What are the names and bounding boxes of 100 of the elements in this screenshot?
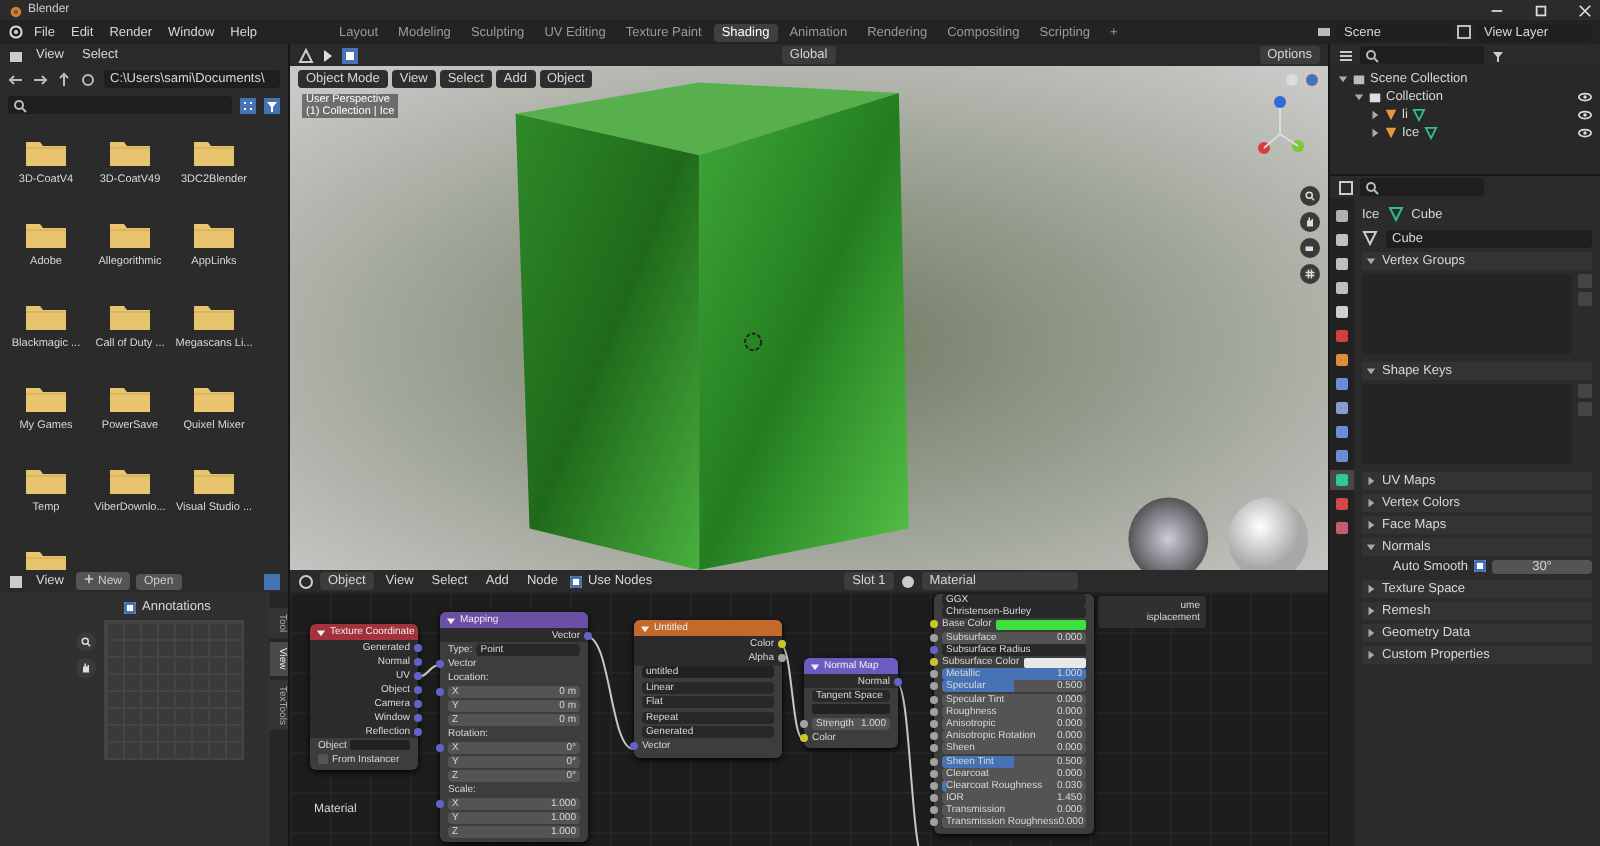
- eye-icon[interactable]: [1578, 90, 1592, 104]
- socket-dot[interactable]: [930, 658, 938, 667]
- properties-tab-icon[interactable]: [1330, 278, 1354, 298]
- socket-dot[interactable]: [930, 670, 938, 679]
- socket-dot[interactable]: [414, 643, 422, 651]
- expand-arrow-icon[interactable]: [1370, 110, 1380, 120]
- close-icon[interactable]: [1578, 3, 1592, 17]
- object-field[interactable]: [350, 740, 410, 750]
- collapse-arrow-icon[interactable]: [316, 627, 326, 637]
- select-mode-icon[interactable]: [342, 47, 358, 63]
- socket-dot[interactable]: [930, 732, 938, 741]
- folder-icon[interactable]: [110, 384, 150, 412]
- socket-dot[interactable]: [414, 671, 422, 679]
- expand-arrow-icon[interactable]: [1366, 606, 1376, 616]
- socket-dot[interactable]: [930, 633, 938, 642]
- folder-icon[interactable]: [194, 466, 234, 494]
- zoom-icon[interactable]: [76, 632, 96, 652]
- properties-tab-icon[interactable]: [1330, 398, 1354, 418]
- socket-dot[interactable]: [930, 682, 938, 691]
- back-arrow-icon[interactable]: [8, 71, 24, 87]
- expand-arrow-icon[interactable]: [1366, 650, 1376, 660]
- search-field[interactable]: [1360, 46, 1484, 64]
- expand-arrow-icon[interactable]: [1366, 476, 1376, 486]
- collapse-arrow-icon[interactable]: [810, 661, 820, 671]
- socket-dot[interactable]: [930, 818, 938, 827]
- sphere-icon[interactable]: [899, 573, 916, 589]
- socket-dot[interactable]: [436, 743, 444, 751]
- parent-folder-icon[interactable]: [56, 71, 72, 87]
- socket-dot[interactable]: [414, 657, 422, 665]
- socket-dot[interactable]: [630, 742, 638, 751]
- socket-dot[interactable]: [930, 757, 938, 766]
- folder-icon[interactable]: [8, 47, 24, 63]
- layers-icon[interactable]: [1456, 24, 1472, 40]
- hand-icon[interactable]: [76, 658, 96, 678]
- expand-arrow-icon[interactable]: [1366, 542, 1376, 552]
- socket-dot[interactable]: [930, 794, 938, 803]
- folder-icon[interactable]: [194, 302, 234, 330]
- socket-dot[interactable]: [800, 719, 808, 727]
- collapse-arrow-icon[interactable]: [446, 615, 456, 625]
- expand-arrow-icon[interactable]: [1366, 256, 1376, 266]
- scene-icon[interactable]: [1316, 24, 1332, 40]
- folder-icon[interactable]: [26, 384, 66, 412]
- from-instancer-checkbox[interactable]: [318, 754, 328, 764]
- socket-dot[interactable]: [930, 707, 938, 716]
- properties-tab-icon[interactable]: [1330, 422, 1354, 442]
- eye-icon[interactable]: [1578, 126, 1592, 140]
- socket-dot[interactable]: [930, 645, 938, 654]
- properties-tab-icon[interactable]: [1330, 350, 1354, 370]
- socket-dot[interactable]: [778, 654, 786, 663]
- editor-type-icon[interactable]: [298, 47, 314, 63]
- properties-tab-icon[interactable]: [1330, 446, 1354, 466]
- maximize-icon[interactable]: [1534, 3, 1548, 17]
- auto-smooth-checkbox[interactable]: [1474, 560, 1486, 572]
- socket-dot[interactable]: [930, 620, 938, 629]
- socket-dot[interactable]: [930, 806, 938, 815]
- refresh-icon[interactable]: [80, 71, 96, 87]
- filter-icon[interactable]: [264, 97, 280, 113]
- socket-dot[interactable]: [930, 769, 938, 778]
- folder-icon[interactable]: [26, 138, 66, 166]
- expand-arrow-icon[interactable]: [1366, 584, 1376, 594]
- properties-tab-icon[interactable]: [1330, 374, 1354, 394]
- eye-icon[interactable]: [1578, 108, 1592, 122]
- socket-dot[interactable]: [414, 727, 422, 735]
- socket-dot[interactable]: [436, 659, 444, 667]
- socket-dot[interactable]: [584, 631, 592, 639]
- expand-arrow-icon[interactable]: [1366, 366, 1376, 376]
- expand-arrow-icon[interactable]: [1370, 128, 1380, 138]
- socket-dot[interactable]: [930, 781, 938, 790]
- folder-icon[interactable]: [110, 220, 150, 248]
- socket-dot[interactable]: [930, 695, 938, 704]
- socket-dot[interactable]: [800, 733, 808, 741]
- socket-dot[interactable]: [436, 687, 444, 695]
- expand-arrow-icon[interactable]: [1366, 520, 1376, 530]
- socket-dot[interactable]: [778, 639, 786, 648]
- annotations-checkbox[interactable]: [124, 601, 136, 613]
- socket-dot[interactable]: [930, 719, 938, 728]
- socket-dot[interactable]: [930, 744, 938, 753]
- properties-tab-icon[interactable]: [1330, 230, 1354, 250]
- expand-arrow-icon[interactable]: [1366, 498, 1376, 508]
- color-swatch[interactable]: [995, 619, 1086, 630]
- socket-dot[interactable]: [414, 713, 422, 721]
- folder-icon[interactable]: [26, 302, 66, 330]
- collapse-arrow-icon[interactable]: [640, 623, 650, 633]
- grid-view-icon[interactable]: [240, 97, 256, 113]
- folder-icon[interactable]: [110, 466, 150, 494]
- use-nodes-checkbox[interactable]: [569, 575, 582, 587]
- folder-icon[interactable]: [194, 384, 234, 412]
- forward-arrow-icon[interactable]: [32, 71, 48, 87]
- image-editor-icon[interactable]: [8, 573, 24, 589]
- folder-icon[interactable]: [110, 138, 150, 166]
- socket-dot[interactable]: [436, 799, 444, 807]
- folder-icon[interactable]: [194, 220, 234, 248]
- overlay-icon[interactable]: [264, 573, 280, 589]
- socket-dot[interactable]: [414, 685, 422, 693]
- folder-icon[interactable]: [26, 220, 66, 248]
- expand-arrow-icon[interactable]: [1366, 628, 1376, 638]
- shader-node[interactable]: [934, 594, 1094, 834]
- search-field[interactable]: [8, 96, 232, 114]
- folder-icon[interactable]: [194, 138, 234, 166]
- properties-tab-icon[interactable]: [1330, 302, 1354, 322]
